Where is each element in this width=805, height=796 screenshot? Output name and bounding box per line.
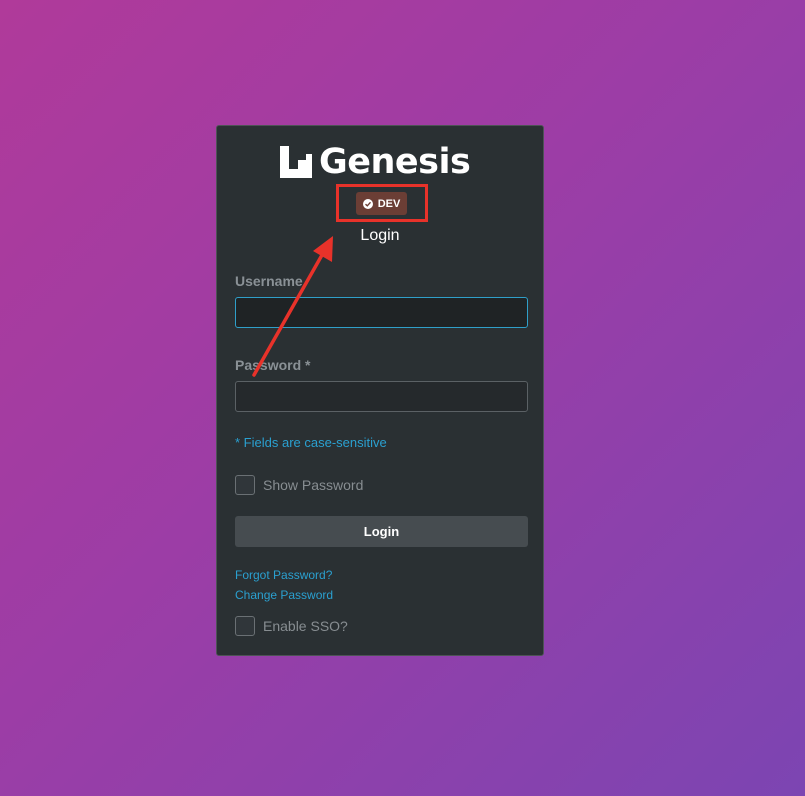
annotation-highlight-box [336, 184, 428, 222]
password-label: Password * [235, 357, 311, 373]
case-sensitive-hint: * Fields are case-sensitive [235, 435, 387, 450]
enable-sso-checkbox[interactable] [235, 616, 255, 636]
username-input[interactable] [235, 297, 528, 328]
enable-sso-toggle[interactable]: Enable SSO? [235, 616, 348, 636]
username-label: Username [235, 273, 303, 289]
show-password-label[interactable]: Show Password [263, 477, 363, 493]
password-input[interactable] [235, 381, 528, 412]
brand-name: Genesis [319, 142, 471, 182]
brand-logo: Genesis [280, 142, 471, 182]
enable-sso-label[interactable]: Enable SSO? [263, 618, 348, 634]
show-password-checkbox[interactable] [235, 475, 255, 495]
change-password-link[interactable]: Change Password [235, 588, 333, 602]
forgot-password-link[interactable]: Forgot Password? [235, 568, 332, 582]
show-password-toggle[interactable]: Show Password [235, 475, 363, 495]
genesis-logo-icon [280, 146, 313, 178]
login-title: Login [360, 227, 400, 244]
login-button[interactable]: Login [235, 516, 528, 547]
